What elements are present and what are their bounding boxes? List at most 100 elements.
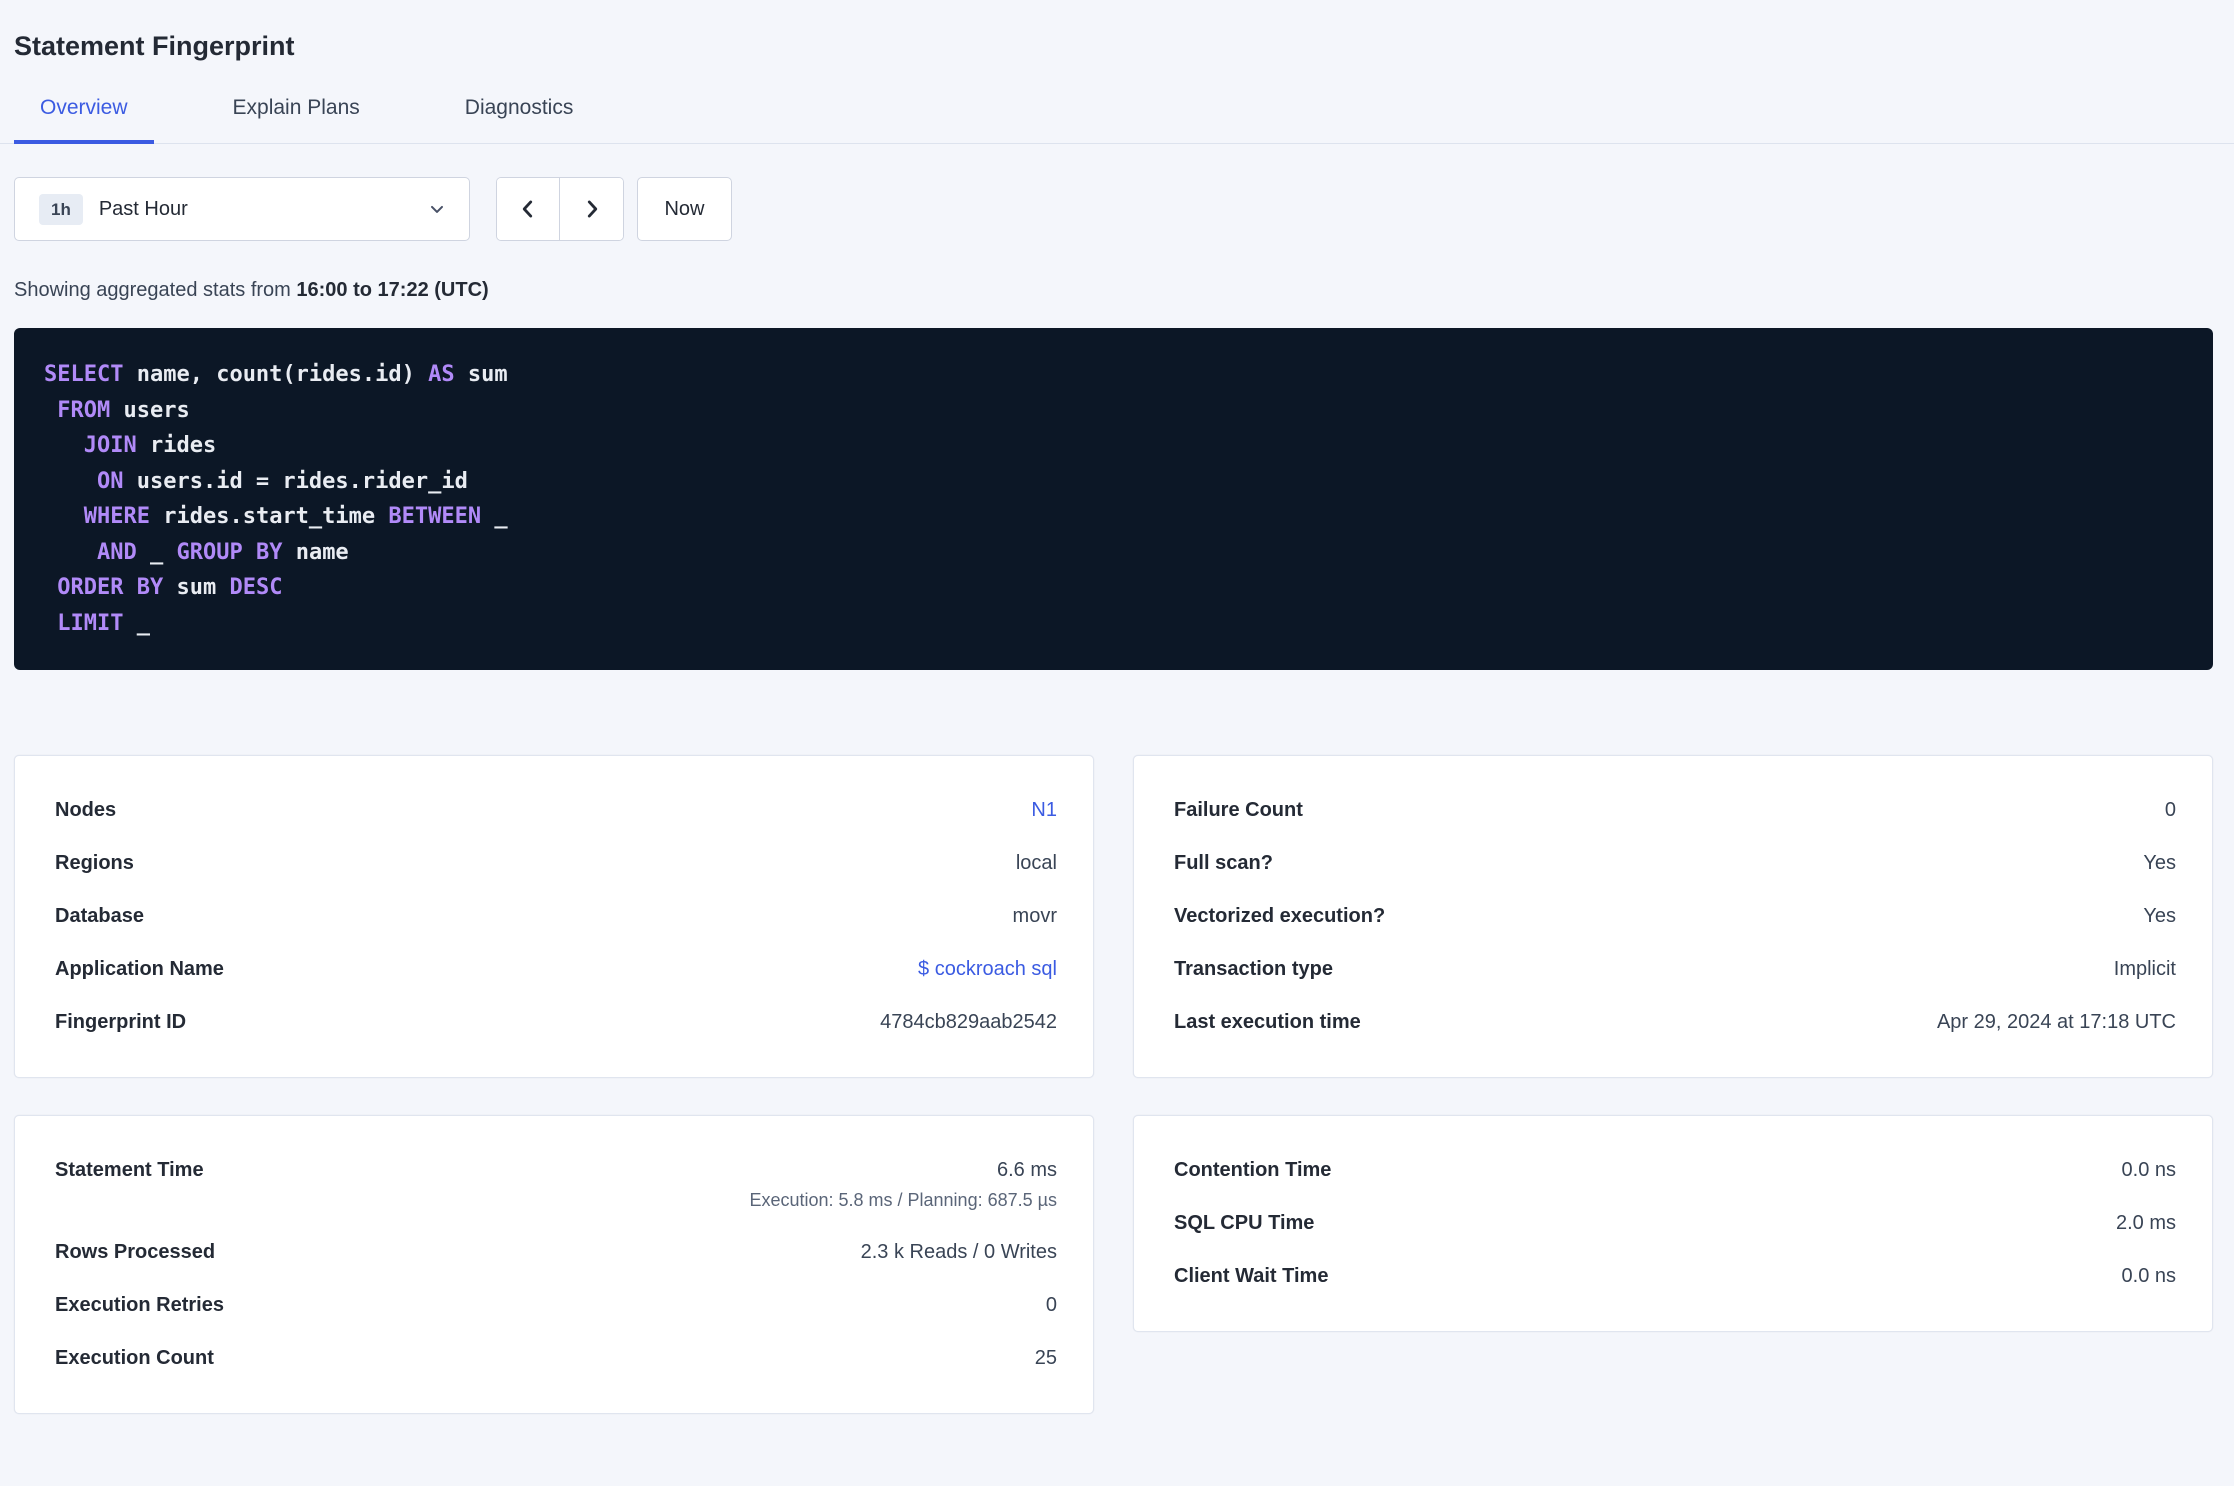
stat-value: local: [1015, 852, 1057, 874]
tab-explain-plans[interactable]: Explain Plans: [207, 78, 386, 144]
card-timing-right: Contention Time 0.0 ns SQL CPU Time 2.0 ms C…: [1133, 1115, 2213, 1332]
sql-text: _: [481, 504, 508, 529]
stat-value-wrap: Yes: [2143, 905, 2176, 928]
page-title: Statement Fingerprint: [14, 31, 295, 61]
card-timing-left: Statement Time 6.6 ms Execution: 5.8 ms / …: [14, 1115, 1094, 1414]
stat-value-wrap: 25: [1035, 1347, 1057, 1370]
sql-text: rides: [136, 433, 217, 458]
sql-text: users.id = rides.rider_id: [123, 468, 468, 494]
time-range-label: Past Hour: [98, 197, 188, 220]
stat-row: Rows Processed 2.3 k Reads / 0 Writes: [55, 1226, 1057, 1279]
sql-keyword: ON: [96, 468, 124, 494]
stat-value-wrap: Yes: [2143, 852, 2176, 875]
stat-value: Yes: [2143, 852, 2176, 874]
time-controls: 1h Past Hour Now: [14, 177, 2213, 241]
sql-keyword: DESC: [229, 575, 283, 600]
stat-label: Database: [55, 905, 144, 927]
stat-row: Application Name $ cockroach sql: [55, 943, 1057, 996]
stat-value: 0: [2164, 799, 2176, 821]
stat-value-link[interactable]: $ cockroach sql: [918, 958, 1057, 981]
stat-value-wrap: movr: [1013, 905, 1057, 928]
stat-value-wrap: local: [1016, 852, 1057, 875]
stat-value: 25: [1034, 1347, 1057, 1369]
interval-step-group: [496, 177, 624, 241]
stat-row: Failure Count 0: [1174, 784, 2176, 837]
sql-keyword: WHERE: [83, 504, 150, 529]
tab-bar-wrap: Overview Explain Plans Diagnostics: [0, 78, 2234, 144]
chevron-left-icon: [515, 196, 541, 222]
stat-value-wrap: 6.6 ms Execution: 5.8 ms / Planning: 687.…: [749, 1159, 1057, 1211]
stat-row: Nodes N1: [55, 784, 1057, 837]
stat-value: 2.3 k Reads / 0 Writes: [860, 1241, 1057, 1263]
time-range-dropdown[interactable]: 1h Past Hour: [14, 177, 470, 241]
sql-text: sum: [454, 362, 508, 387]
sql-text: sum: [163, 575, 230, 600]
stat-label: Fingerprint ID: [55, 1011, 187, 1033]
stat-label: Statement Time: [55, 1159, 204, 1181]
sql-text: name: [282, 539, 349, 565]
chevron-right-icon: [579, 196, 605, 222]
stat-value-link[interactable]: N1: [1031, 799, 1057, 822]
stat-value-wrap: 4784cb829aab2542: [880, 1011, 1057, 1034]
stats-cards-grid: Nodes N1 Regions local Database movr Applicati…: [14, 755, 2213, 1414]
stat-value-wrap: $ cockroach sql: [918, 958, 1057, 981]
next-interval-button[interactable]: [560, 178, 623, 240]
sql-statement: SELECT name, count(rides.id) AS sum FROM…: [14, 328, 2213, 670]
sql-text: name, count(rides.id): [123, 362, 429, 387]
interval-badge: 1h: [39, 193, 83, 225]
sql-keyword: BETWEEN: [388, 504, 482, 529]
stat-value: 0: [1045, 1294, 1057, 1316]
stat-value: 2.0 ms: [2115, 1212, 2176, 1234]
statement-fingerprint-page: Statement Fingerprint Overview Explain Pl…: [0, 28, 2234, 1454]
stat-label: Nodes: [55, 799, 117, 821]
stat-label: Rows Processed: [55, 1241, 216, 1263]
aggregated-stats-line: Showing aggregated stats from 16:00 to 1…: [14, 279, 2213, 302]
stat-subtext: Execution: 5.8 ms / Planning: 687.5 µs: [749, 1190, 1057, 1210]
now-button[interactable]: Now: [637, 177, 732, 241]
stats-line-prefix: Showing aggregated stats from: [14, 279, 291, 301]
sql-keyword: LIMIT: [57, 610, 124, 636]
card-details-right: Failure Count 0 Full scan? Yes Vectorized ex…: [1133, 755, 2213, 1078]
stat-row: Last execution time Apr 29, 2024 at 17:18…: [1174, 996, 2176, 1049]
stat-row: Contention Time 0.0 ns: [1174, 1144, 2176, 1197]
stat-value-wrap: 0.0 ns: [2122, 1265, 2176, 1288]
sql-text: _: [136, 539, 177, 565]
sql-text: users: [110, 397, 190, 423]
stat-row: Vectorized execution? Yes: [1174, 890, 2176, 943]
stat-row: Statement Time 6.6 ms Execution: 5.8 ms / …: [55, 1144, 1057, 1226]
stat-value-wrap: 0: [2165, 799, 2176, 822]
stat-label: Execution Retries: [55, 1294, 224, 1316]
stat-value-wrap: Implicit: [2114, 958, 2176, 981]
stat-row: Regions local: [55, 837, 1057, 890]
stat-label: SQL CPU Time: [1174, 1212, 1315, 1234]
stat-value-wrap: Apr 29, 2024 at 17:18 UTC: [1937, 1011, 2176, 1034]
stat-row: Transaction type Implicit: [1174, 943, 2176, 996]
stat-value-wrap: 0.0 ns: [2122, 1159, 2176, 1182]
tab-diagnostics[interactable]: Diagnostics: [439, 78, 600, 144]
sql-keyword: AND: [96, 539, 137, 565]
sql-text: rides.start_time: [149, 504, 389, 529]
stat-label: Contention Time: [1174, 1159, 1332, 1181]
stat-value: 4784cb829aab2542: [880, 1011, 1057, 1033]
stat-value-wrap: 2.3 k Reads / 0 Writes: [861, 1241, 1057, 1264]
stat-row: SQL CPU Time 2.0 ms: [1174, 1197, 2176, 1250]
stat-value: Apr 29, 2024 at 17:18 UTC: [1936, 1011, 2176, 1033]
tab-overview[interactable]: Overview: [14, 78, 154, 144]
stat-value: Implicit: [2113, 958, 2176, 980]
stat-value: Yes: [2143, 905, 2176, 927]
sql-keyword: ORDER BY: [57, 575, 164, 600]
stat-row: Execution Retries 0: [55, 1279, 1057, 1332]
stat-row: Execution Count 25: [55, 1332, 1057, 1385]
stat-value: 0.0 ns: [2121, 1159, 2176, 1181]
prev-interval-button[interactable]: [497, 178, 560, 240]
stat-label: Regions: [55, 852, 134, 874]
stat-label: Client Wait Time: [1174, 1265, 1329, 1287]
tab-bar: Overview Explain Plans Diagnostics: [14, 78, 2213, 144]
card-details-left: Nodes N1 Regions local Database movr Applicati…: [14, 755, 1094, 1078]
